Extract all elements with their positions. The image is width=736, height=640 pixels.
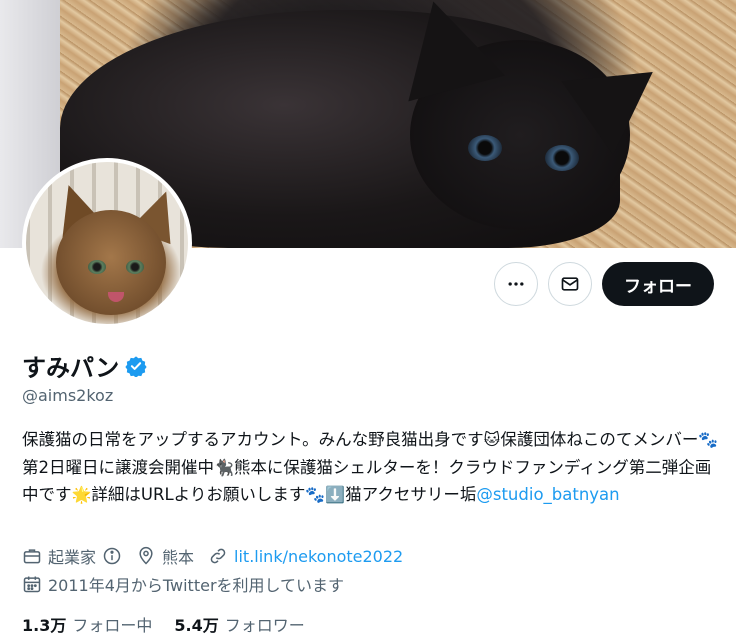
following-label: フォロー中 [72, 616, 153, 635]
profile-meta-row: 起業家 熊本 lit.link/nekonote2022 [22, 544, 403, 568]
banner-cat-eye-right [545, 145, 579, 171]
profile-category: 起業家 [22, 544, 122, 568]
followers-stat[interactable]: 5.4万 フォロワー [174, 612, 304, 636]
following-stat[interactable]: 1.3万 フォロー中 [22, 612, 152, 636]
profile-joined: 2011年4月からTwitterを利用しています [22, 572, 344, 596]
avatar-cat-eye-left [88, 260, 106, 274]
cat-face-emoji: 🐱 [483, 430, 501, 449]
profile-joined-label: 2011年4月からTwitterを利用しています [48, 576, 345, 595]
verified-badge-icon[interactable] [125, 355, 147, 377]
profile-avatar[interactable] [22, 158, 192, 328]
bio-text: 猫アクセサリー垢 [345, 485, 477, 504]
info-icon[interactable] [102, 546, 122, 566]
profile-name-row: すみパン [22, 348, 147, 383]
more-icon [508, 282, 524, 286]
message-button[interactable] [548, 262, 592, 306]
paw-prints-emoji: 🐾 [698, 430, 719, 449]
profile-website-link[interactable]: lit.link/nekonote2022 [234, 547, 403, 566]
followers-count: 5.4万 [174, 616, 219, 635]
briefcase-icon [23, 549, 41, 564]
profile-category-label: 起業家 [48, 548, 97, 567]
profile-location-label: 熊本 [162, 548, 195, 567]
bio-mention-link[interactable]: @studio_batnyan [476, 485, 619, 504]
username-handle: @aims2koz [22, 386, 114, 405]
profile-actions: フォロー [494, 262, 714, 306]
profile-location: 熊本 [136, 544, 194, 568]
display-name: すみパン [22, 354, 120, 382]
star-emoji: 🌟 [71, 485, 92, 504]
mail-icon [561, 277, 579, 291]
banner-cat-eye-left [468, 135, 502, 161]
profile-website[interactable]: lit.link/nekonote2022 [208, 546, 403, 566]
bio-text: 保護猫の日常をアップするアカウント。みんな野良猫出身です [22, 430, 484, 449]
location-pin-icon [139, 546, 153, 565]
down-arrow-emoji: ⬇️ [325, 485, 346, 504]
bio-text: 保護団体ねこのてメンバー [500, 430, 699, 449]
bio-text: 第2日曜日に譲渡会開催中 [22, 457, 214, 477]
link-icon [210, 548, 226, 564]
bio-text: 詳細はURLよりお願いします [91, 485, 306, 504]
paw-prints-emoji: 🐾 [305, 485, 326, 504]
more-button[interactable] [494, 262, 538, 306]
profile-bio: 保護猫の日常をアップするアカウント。みんな野良猫出身です🐱保護団体ねこのてメンバ… [22, 426, 722, 509]
following-count: 1.3万 [22, 616, 67, 635]
followers-label: フォロワー [224, 616, 305, 635]
avatar-cat-eye-right [126, 260, 144, 274]
profile-stats: 1.3万 フォロー中 5.4万 フォロワー [22, 612, 305, 636]
follow-button[interactable]: フォロー [602, 262, 714, 306]
calendar-icon [23, 576, 41, 593]
black-cat-emoji: 🐈‍⬛ [214, 457, 234, 477]
